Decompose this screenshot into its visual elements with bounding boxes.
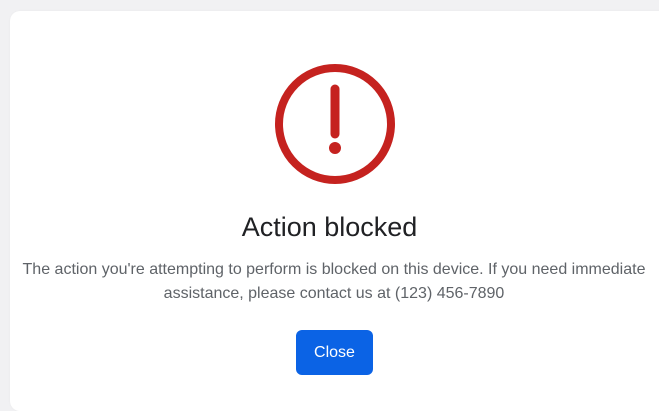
exclamation-circle-icon [273, 62, 397, 186]
close-button[interactable]: Close [296, 330, 373, 375]
dialog-title: Action blocked [241, 212, 418, 242]
dialog-message: The action you're attempting to perform … [22, 261, 646, 302]
